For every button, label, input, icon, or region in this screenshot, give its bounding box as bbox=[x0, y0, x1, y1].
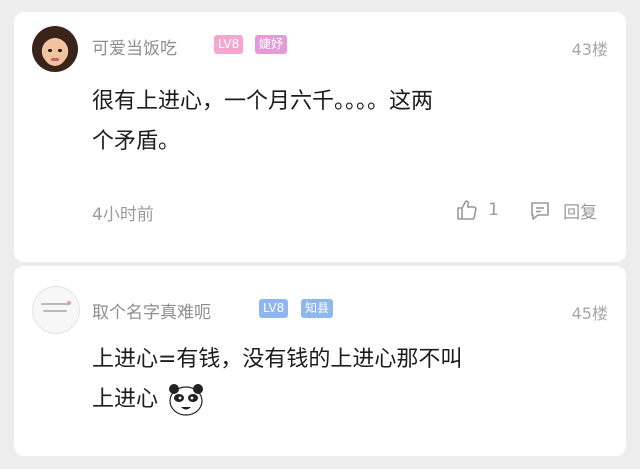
panda-meme-icon bbox=[169, 384, 204, 416]
title-badge: 婕妤 bbox=[255, 35, 288, 54]
comment-line: 个矛盾。 bbox=[92, 129, 181, 154]
reply-button[interactable]: 回复 bbox=[528, 198, 597, 224]
comment-line-with-emoji: 上进心 bbox=[92, 380, 592, 420]
like-count: 1 bbox=[488, 200, 499, 220]
avatar[interactable] bbox=[32, 286, 80, 334]
floor-number: 45楼 bbox=[571, 304, 608, 323]
title-badge: 知县 bbox=[301, 299, 334, 318]
level-badge: LV8 bbox=[259, 299, 289, 318]
floor-number: 43楼 bbox=[571, 40, 608, 59]
timestamp: 4小时前 bbox=[92, 205, 154, 225]
comment-card-43: 可爱当饭吃 LV8 婕妤 43楼 很有上进心，一个月六千。。。。这两 个矛盾。 … bbox=[14, 12, 626, 262]
reply-label: 回复 bbox=[563, 203, 598, 223]
avatar[interactable] bbox=[32, 26, 78, 72]
comment-text: 很有上进心，一个月六千。。。。这两 个矛盾。 bbox=[92, 82, 592, 162]
comment-bubble-icon bbox=[531, 201, 549, 220]
comment-card-45: 取个名字真难呃 LV8 知县 45楼 上进心=有钱，没有钱的上进心那不叫 上进心 bbox=[14, 266, 626, 456]
like-button[interactable]: 1 bbox=[455, 198, 499, 224]
comment-text: 上进心=有钱，没有钱的上进心那不叫 上进心 bbox=[92, 340, 592, 420]
level-badge: LV8 bbox=[214, 35, 244, 54]
thumbs-up-icon bbox=[457, 200, 477, 220]
comment-line: 上进心 bbox=[92, 387, 159, 412]
comment-line: 上进心=有钱，没有钱的上进心那不叫 bbox=[92, 347, 463, 372]
comment-line: 很有上进心，一个月六千。。。。这两 bbox=[92, 89, 434, 114]
username[interactable]: 取个名字真难呃 bbox=[92, 298, 211, 323]
username[interactable]: 可爱当饭吃 bbox=[92, 34, 177, 59]
